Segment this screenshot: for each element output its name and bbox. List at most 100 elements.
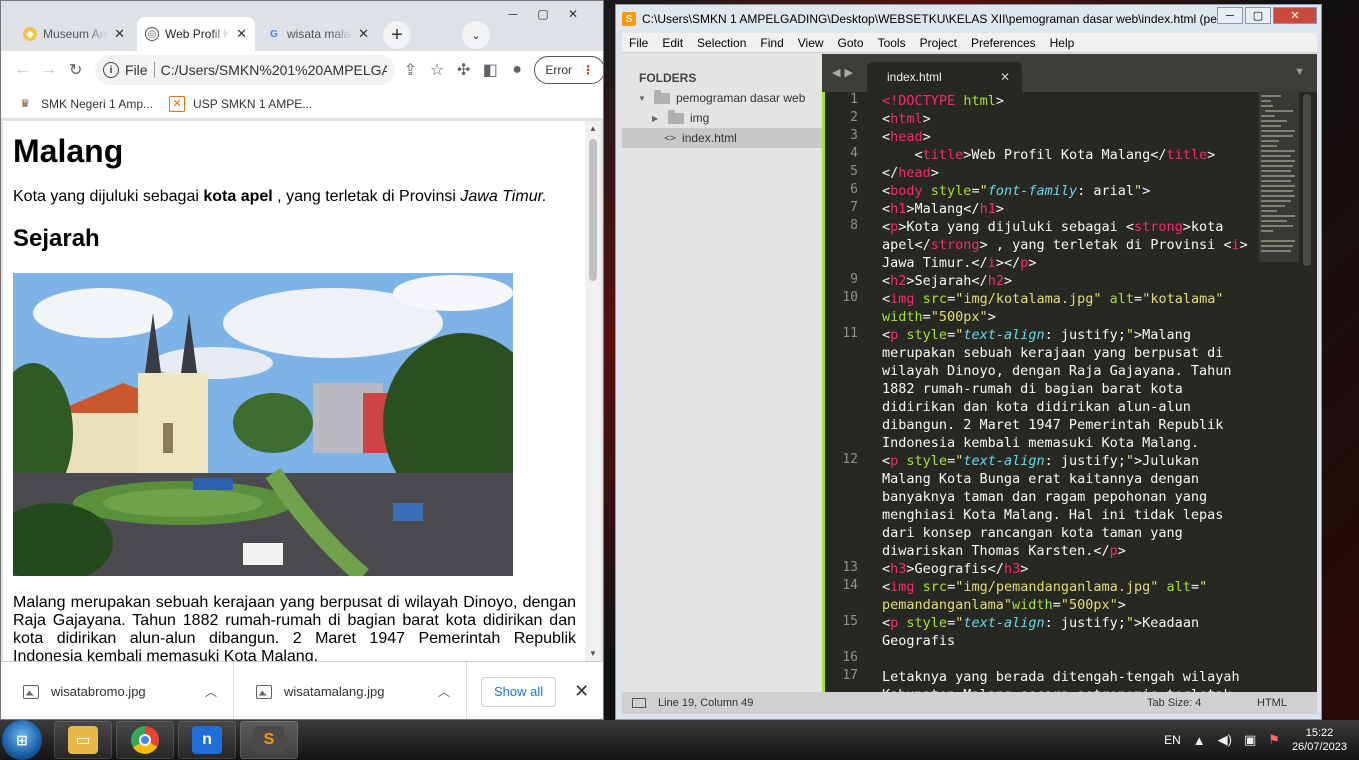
action-center-flag-icon[interactable]: ⚑: [1268, 732, 1280, 748]
show-all-button[interactable]: Show all: [481, 676, 557, 707]
page-scrollbar[interactable]: ▲ ▼: [585, 121, 601, 661]
code-editor[interactable]: 1 2 3 4 5 6 7 8 9 10 11 12 13 14 15 16 17 <!DOCTYPE html…: [822, 92, 1317, 692]
tab-label: Web Profil Kota Malang: [165, 27, 230, 41]
windows-taskbar: ⊞ ▭ n S EN ▲ ◀) ▣ ⚑ 15:22 26/07/2023: [0, 720, 1359, 760]
syntax-selector[interactable]: HTML: [1257, 697, 1317, 709]
download-item[interactable]: wisatamalang.jpg ︿: [234, 662, 467, 719]
tree-label: index.html: [682, 131, 737, 145]
taskbar-explorer[interactable]: ▭: [54, 721, 112, 759]
tab-size-selector[interactable]: Tab Size: 4: [1147, 697, 1257, 709]
back-arrow-icon[interactable]: ←: [11, 55, 34, 85]
clock-date: 26/07/2023: [1291, 741, 1347, 753]
bookmarks-bar: ♛ SMK Negeri 1 Amp... ✕ USP SMKN 1 AMPE.…: [1, 89, 603, 119]
menu-selection[interactable]: Selection: [690, 36, 753, 50]
sublime-titlebar: S C:\Users\SMKN 1 AMPELGADING\Desktop\WE…: [616, 5, 1321, 33]
taskbar-sublime[interactable]: S: [240, 721, 298, 759]
menu-file[interactable]: File: [622, 36, 655, 50]
minimap[interactable]: [1259, 92, 1299, 262]
menu-preferences[interactable]: Preferences: [964, 36, 1043, 50]
close-icon[interactable]: ✕: [1000, 70, 1010, 84]
taskbar-app-n[interactable]: n: [178, 721, 236, 759]
menu-help[interactable]: Help: [1043, 36, 1082, 50]
language-indicator[interactable]: EN: [1164, 733, 1181, 747]
menu-project[interactable]: Project: [913, 36, 964, 50]
forward-arrow-icon[interactable]: →: [38, 55, 61, 85]
close-window-icon[interactable]: ✕: [1273, 7, 1317, 24]
folder-explorer-icon: ▭: [68, 726, 98, 754]
tab-search-button[interactable]: ⌄: [462, 21, 490, 49]
lead-paragraph: Kota yang dijuluki sebagai kota apel , y…: [13, 187, 577, 207]
web-page-content: Malang Kota yang dijuluki sebagai kota a…: [3, 121, 585, 661]
chevron-up-icon[interactable]: ︿: [205, 683, 217, 700]
menu-tools[interactable]: Tools: [871, 36, 913, 50]
divider: [153, 62, 155, 78]
extensions-puzzle-icon[interactable]: ✣: [452, 55, 475, 85]
page-heading: Malang: [13, 133, 124, 169]
network-icon[interactable]: ▣: [1244, 732, 1256, 748]
tab-museum-angkut[interactable]: ◆ Museum Angkut ✕: [15, 17, 133, 51]
scroll-thumb[interactable]: [589, 139, 597, 281]
info-icon[interactable]: i: [103, 62, 120, 78]
address-bar[interactable]: i File C:/Users/SMKN%201%20AMPELGADING/D…: [95, 55, 396, 85]
tab-label: Museum Angkut: [43, 27, 108, 41]
download-item[interactable]: wisatabromo.jpg ︿: [1, 662, 234, 719]
bookmark-smk[interactable]: ♛ SMK Negeri 1 Amp...: [17, 96, 153, 112]
menu-view[interactable]: View: [791, 36, 831, 50]
error-button[interactable]: Error ⋮: [534, 56, 603, 84]
lead-text: , yang terletak di Provinsi: [277, 188, 456, 205]
sublime-window: S C:\Users\SMKN 1 AMPELGADING\Desktop\WE…: [615, 4, 1322, 720]
share-icon[interactable]: ⇪: [399, 55, 422, 85]
editor-scrollbar[interactable]: [1303, 94, 1311, 266]
expanded-arrow-icon[interactable]: ▼: [638, 94, 648, 103]
chrome-icon: [131, 726, 159, 754]
minimize-icon[interactable]: ─: [1217, 7, 1243, 24]
new-tab-button[interactable]: +: [383, 21, 411, 49]
clock[interactable]: 15:22 26/07/2023: [1292, 726, 1347, 754]
volume-icon[interactable]: ◀): [1218, 732, 1232, 748]
n-app-icon: n: [192, 726, 222, 754]
tab-nav-arrows-icon[interactable]: ◀▶: [832, 66, 857, 79]
menu-find[interactable]: Find: [753, 36, 790, 50]
maximize-icon[interactable]: ▢: [529, 5, 557, 23]
tab-index-html[interactable]: index.html ✕: [867, 62, 1022, 92]
panel-toggle-icon[interactable]: [632, 698, 646, 708]
system-tray: EN ▲ ◀) ▣ ⚑ 15:22 26/07/2023: [1164, 720, 1347, 760]
menu-edit[interactable]: Edit: [655, 36, 690, 50]
scroll-down-icon[interactable]: ▼: [589, 649, 597, 658]
lead-strong: kota apel: [203, 188, 273, 205]
window-controls: ─ ▢ ✕: [499, 5, 587, 23]
collapsed-arrow-icon[interactable]: ▶: [652, 114, 662, 123]
close-icon[interactable]: ✕: [358, 26, 369, 42]
tab-label: index.html: [887, 70, 942, 84]
taskbar-chrome[interactable]: [116, 721, 174, 759]
chevron-up-icon[interactable]: ︿: [438, 683, 450, 700]
close-downloads-icon[interactable]: ✕: [574, 681, 589, 702]
profile-avatar-icon[interactable]: ●: [506, 55, 529, 85]
close-window-icon[interactable]: ✕: [559, 5, 587, 23]
show-hidden-icons-icon[interactable]: ▲: [1193, 733, 1206, 748]
folder-icon: [668, 109, 684, 124]
menu-dots-icon: ⋮: [582, 63, 595, 77]
browser-toolbar: ← → ↻ i File C:/Users/SMKN%201%20AMPELGA…: [1, 51, 603, 89]
tab-label: wisata malang: [287, 27, 352, 41]
tree-folder-root[interactable]: ▼ pemograman dasar web: [622, 88, 822, 108]
tree-folder-img[interactable]: ▶ img: [622, 108, 822, 128]
museum-favicon-icon: ◆: [23, 27, 37, 41]
close-icon[interactable]: ✕: [236, 26, 247, 42]
menu-goto[interactable]: Goto: [831, 36, 871, 50]
bookmark-usp[interactable]: ✕ USP SMKN 1 AMPE...: [169, 95, 312, 112]
city-photo: [13, 273, 513, 576]
start-button[interactable]: ⊞: [2, 720, 42, 760]
maximize-icon[interactable]: ▢: [1245, 7, 1271, 24]
cursor-position: Line 19, Column 49: [658, 697, 754, 709]
side-panel-icon[interactable]: ◧: [479, 55, 502, 85]
minimize-icon[interactable]: ─: [499, 5, 527, 23]
reload-icon[interactable]: ↻: [64, 55, 87, 85]
bookmark-star-icon[interactable]: ☆: [426, 55, 449, 85]
tab-web-profil[interactable]: ◎ Web Profil Kota Malang ✕: [137, 17, 255, 51]
tree-file-index[interactable]: <> index.html: [622, 128, 822, 148]
tab-dropdown-icon[interactable]: ▼: [1294, 66, 1305, 78]
scroll-up-icon[interactable]: ▲: [589, 124, 597, 133]
tab-wisata-malang[interactable]: G wisata malang ✕: [259, 17, 377, 51]
close-icon[interactable]: ✕: [114, 26, 125, 42]
